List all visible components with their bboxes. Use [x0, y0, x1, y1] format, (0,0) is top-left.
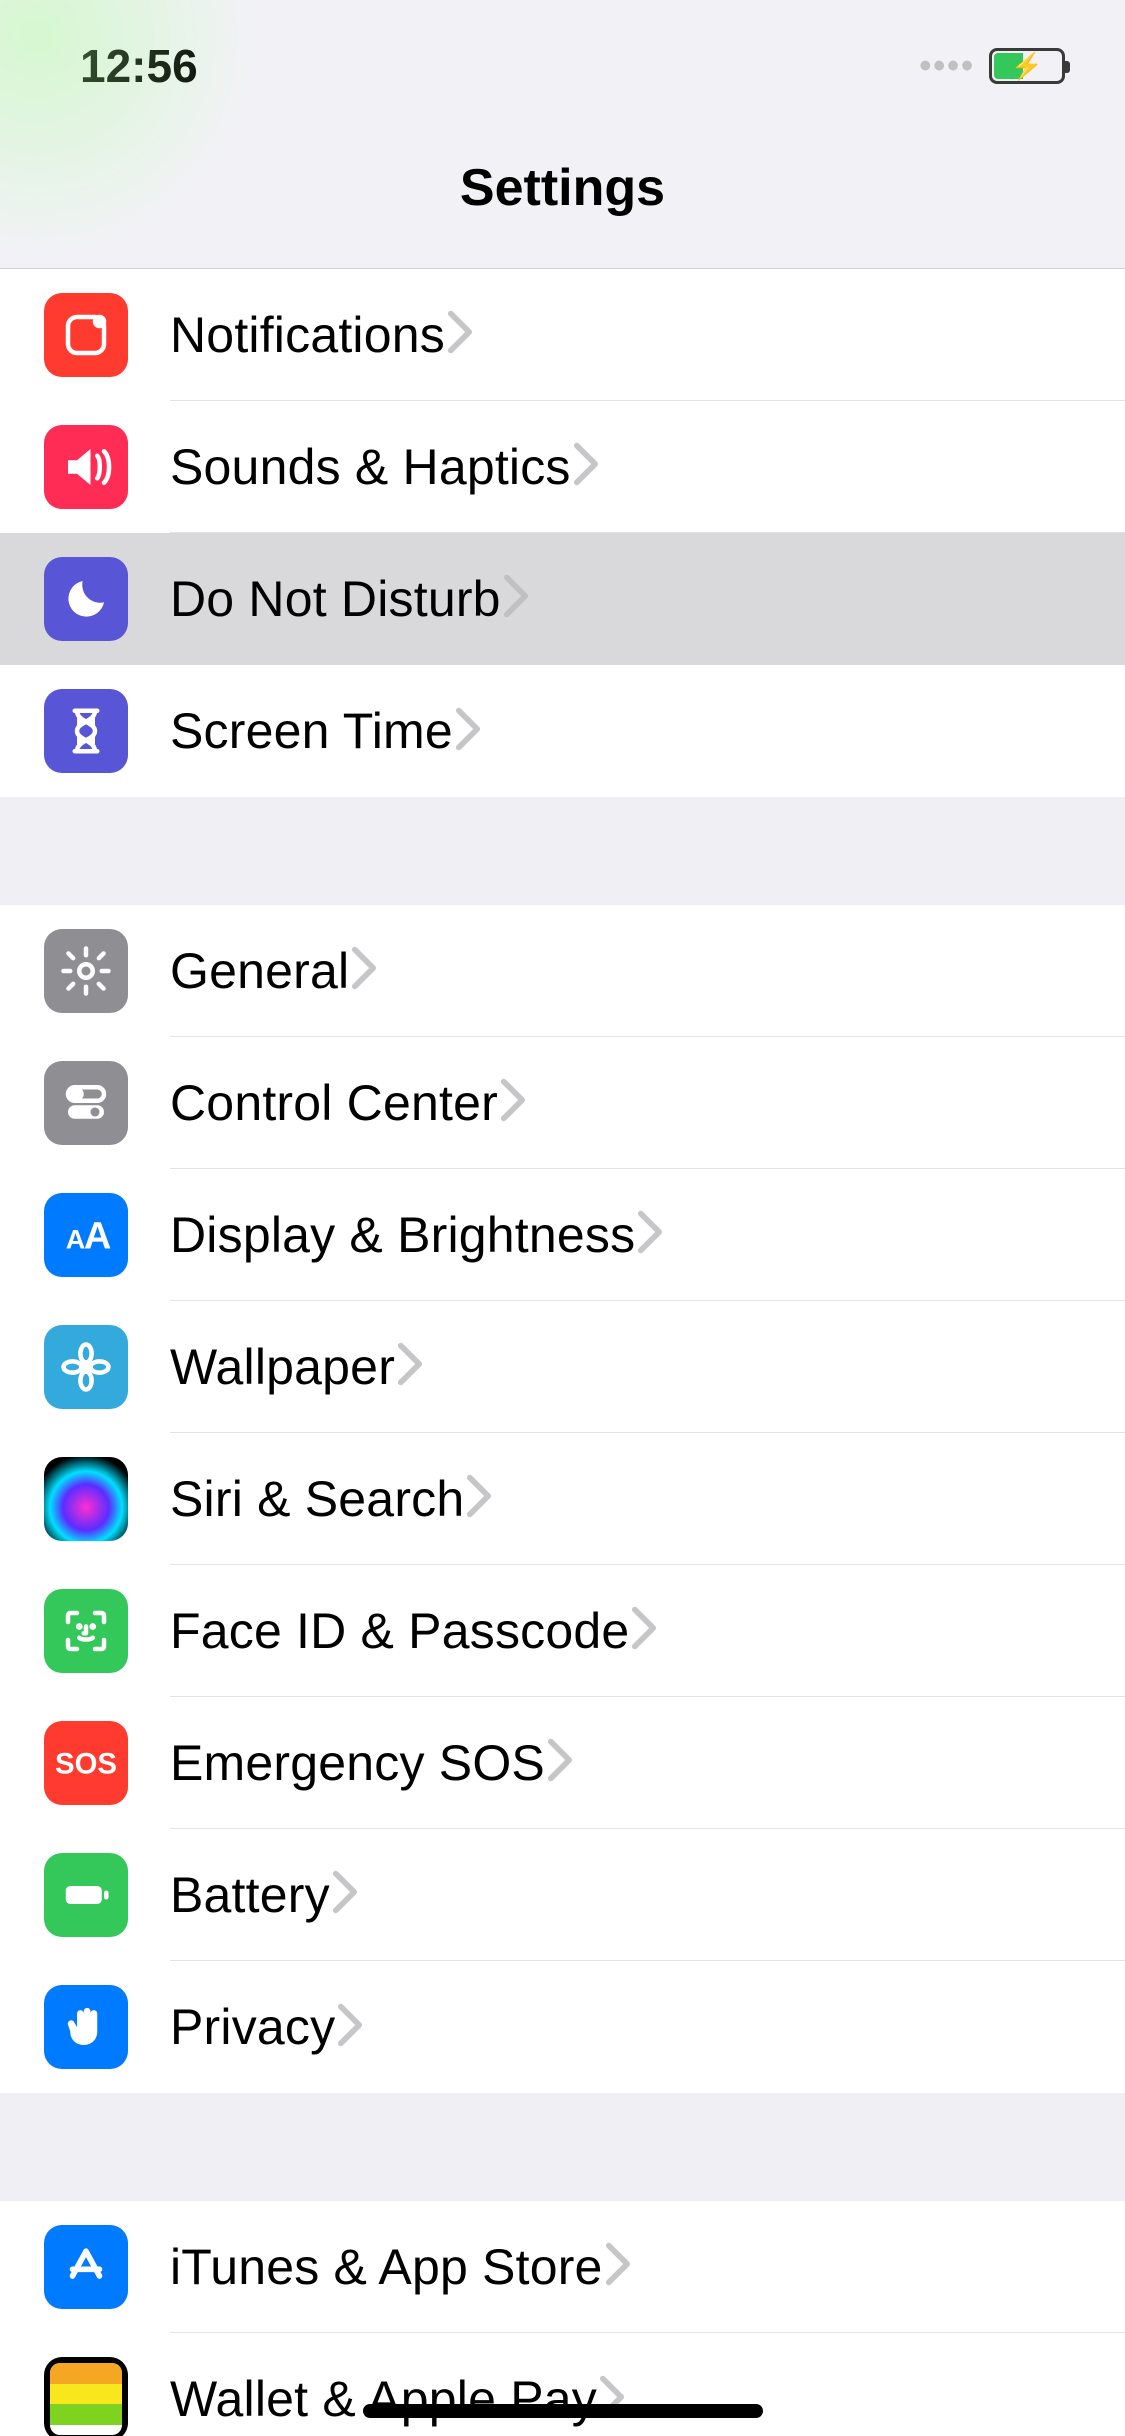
row-label: Screen Time [170, 702, 453, 760]
status-time: 12:56 [80, 39, 198, 93]
siri-icon [44, 1457, 128, 1541]
svg-text:A: A [66, 1225, 86, 1255]
row-content: Battery [170, 1829, 1125, 1961]
row-itunes-app-store[interactable]: iTunes & App Store [0, 2201, 1125, 2333]
appstore-icon [44, 2225, 128, 2309]
sos-icon: SOS [44, 1721, 128, 1805]
svg-text:A: A [84, 1215, 112, 1258]
home-indicator [363, 2404, 763, 2418]
chevron-right-icon [453, 706, 483, 757]
battery-icon: ⚡ [989, 48, 1065, 84]
row-content: Display & Brightness [170, 1169, 1125, 1301]
row-label: iTunes & App Store [170, 2238, 603, 2296]
hourglass-icon [44, 689, 128, 773]
row-content: Control Center [170, 1037, 1125, 1169]
row-faceid-passcode[interactable]: Face ID & Passcode [0, 1565, 1125, 1697]
row-label: Face ID & Passcode [170, 1602, 629, 1660]
row-content: Wallet & Apple Pay [170, 2333, 1125, 2436]
row-label: Wallet & Apple Pay [170, 2370, 597, 2428]
sounds-icon [44, 425, 128, 509]
battery-icon [44, 1853, 128, 1937]
row-content: General [170, 905, 1125, 1037]
row-content: Screen Time [170, 665, 1125, 797]
chevron-right-icon [635, 1209, 665, 1260]
row-do-not-disturb[interactable]: Do Not Disturb [0, 533, 1125, 665]
chevron-right-icon [629, 1605, 659, 1656]
status-right: •••• ⚡ [919, 47, 1065, 86]
chevron-right-icon [335, 2002, 365, 2053]
chevron-right-icon [330, 1869, 360, 1920]
chevron-right-icon [349, 945, 379, 996]
status-bar: 12:56 •••• ⚡ [0, 0, 1125, 132]
row-label: Sounds & Haptics [170, 438, 571, 496]
chevron-right-icon [395, 1341, 425, 1392]
row-content: Do Not Disturb [170, 533, 1125, 665]
hand-icon [44, 1985, 128, 2069]
settings-group: Notifications Sounds & Haptics Do Not Dist… [0, 269, 1125, 797]
row-label: General [170, 942, 349, 1000]
row-screen-time[interactable]: Screen Time [0, 665, 1125, 797]
row-label: Privacy [170, 1998, 335, 2056]
text-size-icon: AA [44, 1193, 128, 1277]
chevron-right-icon [571, 441, 601, 492]
row-control-center[interactable]: Control Center [0, 1037, 1125, 1169]
row-content: iTunes & App Store [170, 2201, 1125, 2333]
row-content: Notifications [170, 269, 1125, 401]
chevron-right-icon [464, 1473, 494, 1524]
chevron-right-icon [603, 2241, 633, 2292]
row-privacy[interactable]: Privacy [0, 1961, 1125, 2093]
signal-dots-icon: •••• [919, 47, 975, 86]
settings-list: Notifications Sounds & Haptics Do Not Dist… [0, 269, 1125, 2436]
row-siri-search[interactable]: Siri & Search [0, 1433, 1125, 1565]
notifications-icon [44, 293, 128, 377]
row-content: Wallpaper [170, 1301, 1125, 1433]
row-content: Privacy [170, 1961, 1125, 2093]
row-general[interactable]: General [0, 905, 1125, 1037]
group-separator [0, 2093, 1125, 2201]
gear-icon [44, 929, 128, 1013]
settings-group: General Control Center AA Display & Brightn… [0, 905, 1125, 2093]
svg-text:SOS: SOS [55, 1748, 117, 1781]
row-label: Do Not Disturb [170, 570, 501, 628]
row-label: Notifications [170, 306, 445, 364]
row-wallet-apple-pay[interactable]: Wallet & Apple Pay [0, 2333, 1125, 2436]
chevron-right-icon [498, 1077, 528, 1128]
row-label: Wallpaper [170, 1338, 395, 1396]
row-display-brightness[interactable]: AA Display & Brightness [0, 1169, 1125, 1301]
row-content: Sounds & Haptics [170, 401, 1125, 533]
chevron-right-icon [445, 309, 475, 360]
moon-icon [44, 557, 128, 641]
chevron-right-icon [501, 573, 531, 624]
row-label: Battery [170, 1866, 330, 1924]
faceid-icon [44, 1589, 128, 1673]
toggles-icon [44, 1061, 128, 1145]
row-content: Face ID & Passcode [170, 1565, 1125, 1697]
chevron-right-icon [545, 1737, 575, 1788]
wallet-icon [44, 2357, 128, 2436]
row-emergency-sos[interactable]: SOS Emergency SOS [0, 1697, 1125, 1829]
row-content: Siri & Search [170, 1433, 1125, 1565]
row-notifications[interactable]: Notifications [0, 269, 1125, 401]
settings-group: iTunes & App Store Wallet & Apple Pay [0, 2201, 1125, 2436]
page-title: Settings [0, 132, 1125, 269]
row-wallpaper[interactable]: Wallpaper [0, 1301, 1125, 1433]
flower-icon [44, 1325, 128, 1409]
group-separator [0, 797, 1125, 905]
row-battery[interactable]: Battery [0, 1829, 1125, 1961]
row-label: Display & Brightness [170, 1206, 635, 1264]
row-content: Emergency SOS [170, 1697, 1125, 1829]
row-sounds-haptics[interactable]: Sounds & Haptics [0, 401, 1125, 533]
row-label: Emergency SOS [170, 1734, 545, 1792]
row-label: Control Center [170, 1074, 498, 1132]
row-label: Siri & Search [170, 1470, 464, 1528]
